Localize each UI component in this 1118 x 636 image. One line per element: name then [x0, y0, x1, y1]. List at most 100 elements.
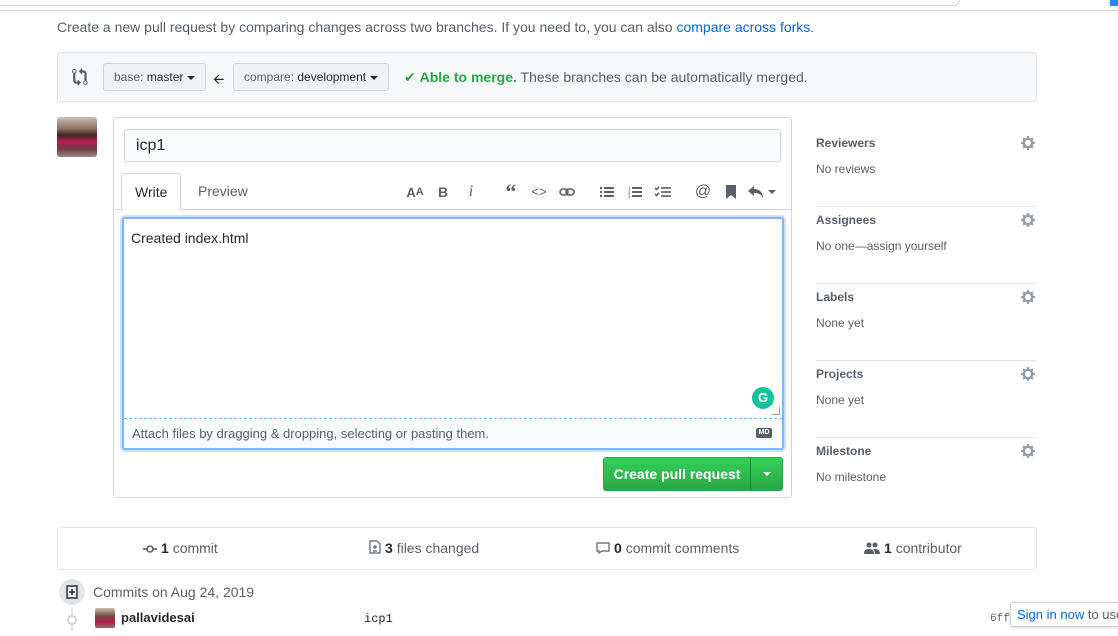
- chevron-down-icon: [187, 75, 196, 80]
- sidebar-title: Reviewers: [816, 136, 876, 150]
- contributors-count: 1: [884, 540, 892, 556]
- create-pull-request-button[interactable]: Create pull request: [604, 458, 750, 490]
- pull-request-form: icp1 Write Preview AA B i “ <> 123 @ Cre…: [113, 117, 792, 498]
- compare-summary-bar: 1 commit 3 files changed 0 commit commen…: [57, 527, 1037, 570]
- chevron-down-icon: [763, 472, 771, 476]
- task-list-icon[interactable]: [649, 181, 677, 203]
- markdown-icon[interactable]: MD: [756, 428, 772, 438]
- tab-write[interactable]: Write: [121, 173, 182, 211]
- compare-prefix: compare:: [244, 70, 295, 84]
- commit-comments-tab[interactable]: 0 commit comments: [596, 528, 739, 569]
- sidebar-item-assignees: Assignees No one—assign yourself: [816, 207, 1037, 284]
- commit-author-avatar[interactable]: [95, 608, 115, 628]
- branch-range-editor: base: master 🡨 compare: development ✔ Ab…: [57, 52, 1037, 102]
- create-pull-request-button-group: Create pull request: [603, 457, 783, 491]
- sidebar-value: No reviews: [816, 162, 876, 176]
- contributors-tab[interactable]: 1 contributor: [864, 528, 962, 569]
- sidebar-value[interactable]: No one—assign yourself: [816, 239, 947, 253]
- intro-text: Create a new pull request by comparing c…: [57, 19, 677, 35]
- text-size-icon[interactable]: AA: [401, 181, 429, 203]
- sidebar-item-labels: Labels None yet: [816, 284, 1037, 361]
- user-avatar[interactable]: [57, 117, 97, 157]
- reply-icon[interactable]: [745, 181, 779, 203]
- gear-icon[interactable]: [1021, 212, 1037, 228]
- compare-branch-name: development: [297, 70, 367, 84]
- file-diff-icon: [369, 529, 381, 570]
- italic-icon[interactable]: i: [457, 181, 485, 203]
- files-count: 3: [385, 540, 393, 556]
- create-options-dropdown[interactable]: [750, 458, 782, 490]
- attach-files-text: Attach files by dragging & dropping, sel…: [132, 426, 489, 441]
- chevron-down-icon: [768, 190, 776, 194]
- commit-author-link[interactable]: pallavidesai: [121, 610, 195, 625]
- base-branch-select[interactable]: base: master: [103, 63, 207, 91]
- tab-preview[interactable]: Preview: [185, 173, 261, 211]
- markdown-toolbar: AA B i “ <> 123 @: [401, 179, 779, 204]
- pr-body-textarea[interactable]: [124, 219, 782, 417]
- editor-tabs: Write Preview AA B i “ <> 123 @: [114, 173, 791, 211]
- files-changed-tab[interactable]: 3 files changed: [369, 528, 479, 569]
- intro-suffix: .: [810, 19, 815, 35]
- commits-label: commit: [172, 540, 218, 556]
- sidebar-title: Projects: [816, 367, 864, 381]
- unordered-list-icon[interactable]: [593, 181, 621, 203]
- commit-message-link[interactable]: icp1: [364, 612, 393, 626]
- sidebar-item-projects: Projects None yet: [816, 361, 1037, 438]
- attach-files-bar[interactable]: Attach files by dragging & dropping, sel…: [124, 418, 782, 448]
- sign-in-suffix: to use: [1087, 607, 1118, 622]
- contributors-label: contributor: [895, 540, 962, 556]
- compare-intro: Create a new pull request by comparing c…: [57, 19, 814, 35]
- commits-tab[interactable]: 1 commit: [143, 528, 218, 569]
- commit-sha-link[interactable]: 6ff: [990, 613, 1010, 625]
- comments-count: 0: [614, 540, 622, 556]
- mention-icon[interactable]: @: [689, 181, 717, 203]
- sidebar-value: No milestone: [816, 470, 887, 484]
- top-notch: [0, 0, 960, 6]
- link-icon[interactable]: [553, 181, 581, 203]
- commit-list-item: pallavidesai icp1 6ff: [57, 607, 1037, 631]
- commit-dot-icon: [67, 615, 77, 625]
- saved-reply-icon[interactable]: [717, 181, 745, 203]
- git-commit-icon: [59, 579, 85, 605]
- svg-text:3: 3: [628, 194, 631, 198]
- pr-title-input[interactable]: icp1: [124, 129, 781, 162]
- gear-icon[interactable]: [1021, 289, 1037, 305]
- commits-count: 1: [161, 540, 169, 556]
- git-compare-icon[interactable]: [72, 68, 90, 86]
- sidebar-item-reviewers: Reviewers No reviews: [816, 130, 1037, 207]
- base-prefix: base:: [114, 70, 144, 84]
- commits-date-group: Commits on Aug 24, 2019: [57, 577, 1037, 607]
- sidebar-title: Assignees: [816, 213, 877, 227]
- merge-status: ✔ Able to merge. These branches can be a…: [404, 69, 808, 86]
- ordered-list-icon[interactable]: 123: [621, 181, 649, 203]
- merge-detail-text: These branches can be automatically merg…: [520, 69, 808, 85]
- sidebar-item-milestone: Milestone No milestone: [816, 438, 1037, 515]
- check-icon: ✔: [404, 69, 416, 85]
- pr-body-editor: G Attach files by dragging & dropping, s…: [122, 217, 784, 450]
- sidebar-value: None yet: [816, 316, 865, 330]
- comment-icon: [596, 529, 610, 570]
- browser-top-strip: [0, 0, 1118, 11]
- gear-icon[interactable]: [1021, 366, 1037, 382]
- code-icon[interactable]: <>: [525, 181, 553, 203]
- resize-handle[interactable]: [772, 407, 780, 415]
- compare-across-forks-link[interactable]: compare across forks: [676, 19, 810, 35]
- merge-ok-text: Able to merge.: [419, 69, 517, 85]
- commit-icon: [143, 529, 157, 570]
- arrow-left-icon: 🡨: [213, 71, 225, 87]
- commits-date-heading: Commits on Aug 24, 2019: [93, 584, 255, 600]
- quote-icon[interactable]: “: [497, 179, 525, 204]
- compare-branch-select[interactable]: compare: development: [233, 63, 390, 91]
- sign-in-link[interactable]: Sign in now: [1017, 607, 1084, 622]
- pr-sidebar: Reviewers No reviews Assignees No one—as…: [816, 130, 1037, 515]
- grammarly-icon[interactable]: G: [752, 387, 774, 409]
- gear-icon[interactable]: [1021, 443, 1037, 459]
- gear-icon[interactable]: [1021, 135, 1037, 151]
- files-label: files changed: [396, 540, 480, 556]
- sidebar-value: None yet: [816, 393, 865, 407]
- top-corner-accent: [1110, 0, 1118, 6]
- bold-icon[interactable]: B: [429, 181, 457, 203]
- people-icon: [864, 529, 880, 570]
- chevron-down-icon: [370, 75, 379, 80]
- sidebar-title: Milestone: [816, 444, 872, 458]
